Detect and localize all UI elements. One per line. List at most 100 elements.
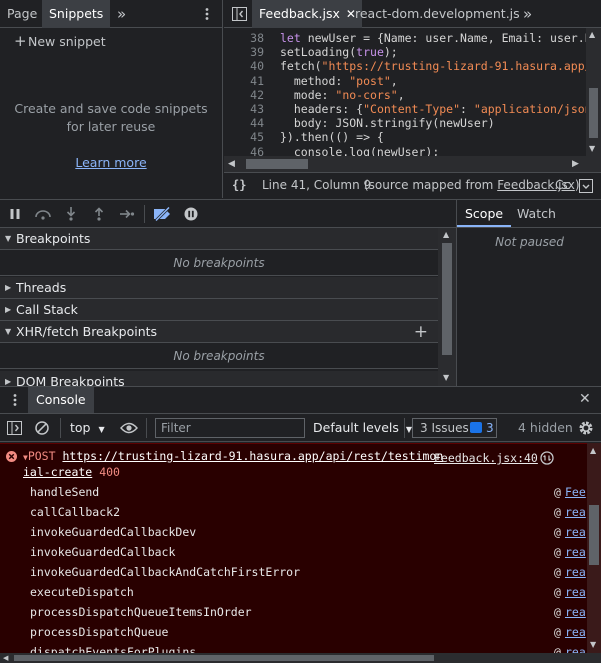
line-number[interactable]: 41 xyxy=(224,74,264,88)
tab-watch[interactable]: Watch xyxy=(510,200,563,227)
new-snippet-button[interactable]: +New snippet xyxy=(14,32,106,50)
line-number[interactable]: 39 xyxy=(224,45,264,59)
line-number[interactable]: 43 xyxy=(224,102,264,116)
more-editor-tabs-button[interactable]: » xyxy=(516,0,539,28)
console-filter-input[interactable] xyxy=(155,418,305,438)
tab-react-dom[interactable]: react-dom.development.js xyxy=(348,0,527,28)
code-token: "application/json" xyxy=(473,102,599,116)
log-levels-label: Default levels xyxy=(313,420,399,435)
line-number[interactable]: 42 xyxy=(224,88,264,102)
stack-source-link[interactable]: rea xyxy=(565,622,586,642)
editor-horizontal-scrollbar[interactable]: ◀ ▶ xyxy=(224,156,601,172)
more-tabs-button[interactable]: » xyxy=(110,0,133,28)
editor-vertical-scrollbar[interactable]: ▲ ▼ xyxy=(586,28,601,156)
code-line: console.log(newUser); xyxy=(280,145,439,156)
scroll-up-icon[interactable]: ▲ xyxy=(589,30,595,39)
stack-source-link[interactable]: rea xyxy=(565,542,586,562)
issues-button[interactable]: 3 Issues: 3 xyxy=(412,418,497,438)
scroll-down-icon[interactable]: ▼ xyxy=(590,640,596,649)
line-number[interactable]: 44 xyxy=(224,116,264,130)
deactivate-breakpoints-icon[interactable] xyxy=(153,207,173,221)
scroll-right-icon[interactable]: ▶ xyxy=(572,159,579,169)
expanded-triangle-icon: ▼ xyxy=(5,327,12,336)
section-dom-breakpoints[interactable]: ▶ DOM Breakpoints xyxy=(0,371,438,386)
empty-snippets-message: Create and save code snippets for later … xyxy=(10,100,212,136)
stack-source-link[interactable]: rea xyxy=(565,642,586,653)
scroll-up-icon[interactable]: ▲ xyxy=(443,230,449,239)
scrollbar-thumb[interactable] xyxy=(442,243,452,355)
stack-source-link[interactable]: rea xyxy=(565,562,586,582)
live-expression-eye-icon[interactable] xyxy=(120,422,138,434)
scrollbar-thumb[interactable] xyxy=(246,159,308,169)
stack-source-link[interactable]: rea xyxy=(565,502,586,522)
code-token: headers: { xyxy=(280,102,364,116)
expanded-triangle-icon: ▼ xyxy=(5,234,12,243)
step-out-icon[interactable] xyxy=(93,207,105,221)
console-horizontal-scrollbar[interactable]: ◀ xyxy=(0,653,601,663)
scrollbar-thumb[interactable] xyxy=(589,505,599,565)
step-into-icon[interactable] xyxy=(65,207,77,221)
stack-function-name: processDispatchQueue xyxy=(30,625,169,639)
scrollbar-thumb[interactable] xyxy=(14,655,434,661)
code-line: body: JSON.stringify(newUser) xyxy=(280,116,495,130)
debugger-toolbar xyxy=(0,199,456,228)
scroll-down-icon[interactable]: ▼ xyxy=(443,373,449,382)
close-drawer-icon[interactable]: ✕ xyxy=(579,391,591,407)
show-drawer-icon[interactable] xyxy=(579,179,593,193)
error-status-code: 400 xyxy=(99,465,120,479)
step-over-icon[interactable] xyxy=(34,208,52,220)
scroll-left-icon[interactable]: ◀ xyxy=(228,159,235,169)
error-url-continued[interactable]: ial-create xyxy=(23,465,92,479)
scroll-up-icon[interactable]: ▲ xyxy=(590,446,596,455)
stack-source-link[interactable]: rea xyxy=(565,602,586,622)
error-message[interactable]: ▼POST https://trusting-lizard-91.hasura.… xyxy=(23,449,443,480)
error-source-link[interactable]: Feedback.jsx:40 xyxy=(434,451,538,465)
stack-frame: callCallback2 @ rea xyxy=(30,502,590,522)
error-url[interactable]: https://trusting-lizard-91.hasura.app/ap… xyxy=(62,449,443,463)
stack-source-link[interactable]: rea xyxy=(565,582,586,602)
line-number[interactable]: 38 xyxy=(224,31,264,45)
pause-icon[interactable] xyxy=(9,208,21,220)
add-xhr-breakpoint-icon[interactable]: + xyxy=(414,321,428,343)
tab-scope[interactable]: Scope xyxy=(457,200,512,227)
section-threads[interactable]: ▶ Threads xyxy=(0,277,438,299)
stack-function-name: invokeGuardedCallback xyxy=(30,545,176,559)
section-call-stack[interactable]: ▶ Call Stack xyxy=(0,299,438,321)
section-breakpoints[interactable]: ▼ Breakpoints xyxy=(0,228,438,250)
network-request-icon[interactable] xyxy=(540,451,554,465)
console-sidebar-icon[interactable] xyxy=(7,421,22,435)
console-scrollbar[interactable]: ▲ ▼ xyxy=(587,443,601,653)
section-xhr-fetch-breakpoints[interactable]: ▼ XHR/fetch Breakpoints + xyxy=(0,321,438,343)
clear-console-icon[interactable] xyxy=(35,421,49,435)
tab-console[interactable]: Console xyxy=(28,387,94,413)
line-number[interactable]: 46 xyxy=(224,145,264,156)
stack-source-link[interactable]: Fee xyxy=(565,482,586,502)
console-settings-gear-icon[interactable] xyxy=(578,420,594,436)
pretty-print-icon[interactable]: {} xyxy=(232,178,246,192)
tab-feedback-jsx[interactable]: Feedback.jsx ✕ xyxy=(252,0,362,28)
tab-snippets[interactable]: Snippets xyxy=(42,0,111,28)
sections-scrollbar[interactable]: ▲ ▼ xyxy=(438,228,456,386)
line-number[interactable]: 45 xyxy=(224,130,264,144)
stack-source-link[interactable]: rea xyxy=(565,522,586,542)
log-levels-dropdown[interactable]: Default levels ▼ xyxy=(313,414,412,442)
context-selector[interactable]: top ▼ xyxy=(64,414,105,442)
code-content[interactable]: 38 39 40 41 42 43 44 45 46 let newUser = {Name: u… xyxy=(224,28,601,156)
drawer-menu-icon[interactable] xyxy=(8,393,22,407)
tab-page[interactable]: Page xyxy=(0,0,44,28)
step-icon[interactable] xyxy=(119,208,135,220)
toggle-navigator-icon[interactable] xyxy=(232,7,247,21)
line-number[interactable]: 40 xyxy=(224,59,264,73)
section-xhr-label: XHR/fetch Breakpoints xyxy=(16,324,158,339)
more-options-icon[interactable] xyxy=(200,7,214,21)
pause-on-exceptions-icon[interactable] xyxy=(184,207,198,221)
plus-icon: + xyxy=(14,32,27,50)
stack-frame: executeDispatch @ rea xyxy=(30,582,590,602)
vertical-scrollbar-thumb[interactable] xyxy=(589,88,598,138)
debugger-sections: ▼ Breakpoints No breakpoints ▶ Threads ▶ Ca… xyxy=(0,228,438,386)
learn-more-link[interactable]: Learn more xyxy=(70,154,152,172)
scroll-down-icon[interactable]: ▼ xyxy=(589,144,595,153)
code-line: headers: {"Content-Type": "application/j… xyxy=(280,102,599,116)
code-line: let newUser = {Name: user.Name, Email: u… xyxy=(280,31,599,45)
scroll-left-icon[interactable]: ◀ xyxy=(3,654,8,662)
